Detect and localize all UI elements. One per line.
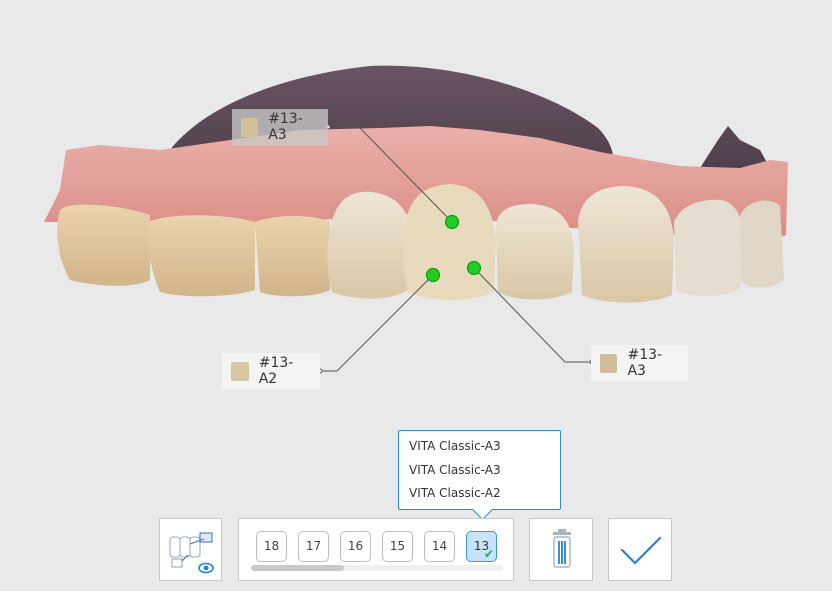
shade-option[interactable]: VITA Classic-A3 (409, 459, 560, 483)
selected-check-icon: ✔ (483, 547, 494, 561)
back-teeth-left (57, 204, 330, 297)
shade-point-3 (466, 260, 482, 276)
trash-icon (553, 529, 571, 568)
tooth-button-18[interactable]: 18 (256, 531, 287, 562)
shade-label: #13-A2 (258, 355, 294, 387)
view-toggle-icon (169, 532, 214, 574)
scrollbar-thumb[interactable] (251, 565, 345, 571)
shade-callout-right[interactable]: #13-A3 (591, 345, 688, 381)
tooth-button-13[interactable]: 13 ✔ (466, 531, 497, 562)
shade-label: #13-A3 (627, 347, 663, 379)
confirm-check-icon (620, 536, 662, 565)
shade-callout-lower-left[interactable]: #13-A2 (222, 353, 320, 389)
view-toggle-button[interactable] (159, 518, 222, 581)
tooth-button-17[interactable]: 17 (298, 531, 329, 562)
tooth-button-15[interactable]: 15 (382, 531, 413, 562)
tooth-scrollbar[interactable] (251, 565, 503, 571)
delete-button[interactable] (529, 518, 593, 581)
shade-point-2 (425, 267, 441, 283)
shade-option[interactable]: VITA Classic-A3 (409, 435, 560, 459)
tooth-button-14[interactable]: 14 (424, 531, 455, 562)
confirm-button[interactable] (608, 518, 672, 581)
shade-list-popup: VITA Classic-A3 VITA Classic-A3 VITA Cla… (398, 430, 561, 521)
shade-label: #13-A3 (268, 111, 303, 143)
tooth-13 (403, 184, 496, 301)
shade-swatch (231, 361, 249, 381)
shade-swatch (241, 117, 259, 137)
tooth-selector: 18 17 16 15 14 13 ✔ (238, 518, 514, 581)
shade-callout-top[interactable]: #13-A3 (232, 109, 328, 145)
shade-point-1 (444, 214, 460, 230)
tooth-button-16[interactable]: 16 (340, 531, 371, 562)
shade-swatch (600, 353, 618, 373)
